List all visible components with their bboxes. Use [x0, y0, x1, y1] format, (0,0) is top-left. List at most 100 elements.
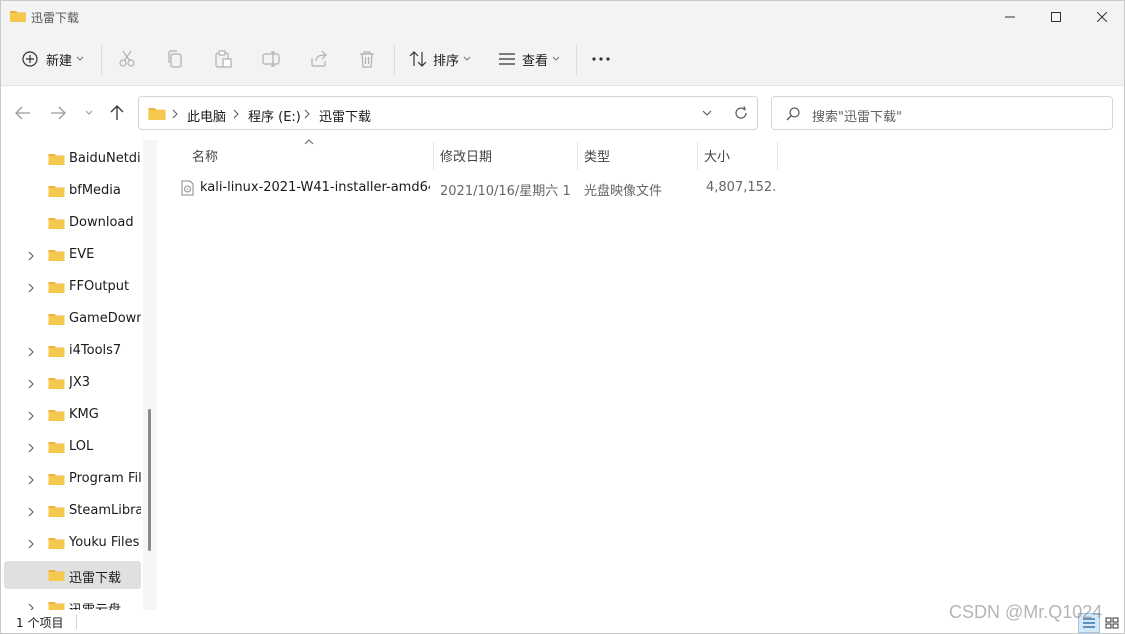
forward-button[interactable]: [46, 101, 70, 125]
folder-icon: [48, 312, 65, 330]
share-icon: [311, 50, 327, 67]
address-bar[interactable]: 此电脑 程序 (E:) 迅雷下载: [138, 96, 758, 130]
copy-button[interactable]: [166, 47, 184, 71]
maximize-button[interactable]: [1033, 1, 1079, 33]
search-input[interactable]: 搜索"迅雷下载": [771, 96, 1113, 130]
chevron-down-icon[interactable]: [702, 110, 712, 117]
sidebar-item[interactable]: JX3: [4, 369, 141, 397]
sidebar-item[interactable]: SteamLibrary: [4, 497, 141, 525]
sidebar-item-label: FFOutput: [69, 279, 130, 294]
breadcrumb-this-pc[interactable]: 此电脑: [187, 106, 226, 125]
sidebar-item[interactable]: Youku Files: [4, 529, 141, 557]
folder-icon: [48, 376, 65, 394]
cut-button[interactable]: [118, 47, 136, 71]
share-button[interactable]: [310, 47, 328, 71]
chevron-right-icon[interactable]: [28, 442, 34, 457]
clipboard-icon: [215, 50, 232, 68]
toolbar-separator: [101, 45, 102, 75]
file-name: kali-linux-2021-W41-installer-amd64.i...: [200, 180, 430, 195]
large-icons-view-button[interactable]: [1101, 613, 1123, 633]
sidebar-item[interactable]: 迅雷下载: [4, 561, 141, 589]
search-icon: [786, 107, 800, 121]
chevron-right-icon[interactable]: [28, 282, 34, 297]
column-header-date[interactable]: 修改日期: [440, 146, 492, 170]
sidebar-item[interactable]: EVE: [4, 241, 141, 269]
sidebar-item-label: BaiduNetdis: [69, 151, 141, 166]
column-divider[interactable]: [697, 142, 698, 170]
sidebar-item[interactable]: FFOutput: [4, 273, 141, 301]
chevron-right-icon[interactable]: [28, 474, 34, 489]
sort-icon: [409, 51, 427, 67]
refresh-icon[interactable]: [734, 106, 748, 120]
large-icons-view-icon: [1105, 617, 1119, 629]
chevron-right-icon[interactable]: [28, 538, 34, 553]
folder-icon: [48, 184, 65, 202]
breadcrumb-current-folder[interactable]: 迅雷下载: [319, 106, 371, 125]
delete-button[interactable]: [358, 47, 376, 71]
chevron-right-icon[interactable]: [28, 506, 34, 521]
navigation-scrollbar-thumb[interactable]: [148, 409, 151, 551]
breadcrumb-drive[interactable]: 程序 (E:): [248, 106, 301, 125]
trash-icon: [360, 51, 374, 68]
column-divider[interactable]: [577, 142, 578, 170]
command-bar: 新建 排序 查看: [1, 33, 1124, 86]
recent-locations-button[interactable]: [77, 101, 101, 125]
chevron-right-icon: [172, 109, 178, 119]
sidebar-item[interactable]: bfMedia: [4, 177, 141, 205]
more-options-button[interactable]: [591, 47, 611, 71]
column-header-name[interactable]: 名称: [192, 146, 218, 170]
chevron-right-icon[interactable]: [28, 378, 34, 393]
file-size: 4,807,152...: [706, 180, 776, 195]
sidebar-item-label: EVE: [69, 247, 95, 262]
folder-icon: [48, 440, 65, 458]
sidebar-item[interactable]: i4Tools7: [4, 337, 141, 365]
maximize-icon: [1051, 12, 1061, 22]
sidebar-item[interactable]: LOL: [4, 433, 141, 461]
close-button[interactable]: [1079, 1, 1125, 33]
sidebar-item[interactable]: Download: [4, 209, 141, 237]
toolbar-separator: [576, 45, 577, 75]
sidebar-item[interactable]: GameDownl: [4, 305, 141, 333]
chevron-down-icon: [463, 56, 471, 61]
folder-icon: [48, 472, 65, 490]
column-divider[interactable]: [433, 142, 434, 170]
sidebar-item-label: LOL: [69, 439, 94, 454]
sidebar-item[interactable]: KMG: [4, 401, 141, 429]
toolbar-separator: [394, 45, 395, 75]
new-button[interactable]: 新建: [22, 47, 84, 71]
view-list-icon: [499, 53, 515, 65]
file-date: 2021/10/16/星期六 1...: [440, 184, 572, 199]
item-count: 1 个项目: [16, 616, 64, 630]
sidebar-item-label: i4Tools7: [69, 343, 122, 358]
new-label: 新建: [46, 53, 73, 69]
chevron-right-icon[interactable]: [28, 602, 34, 610]
column-header-size[interactable]: 大小: [704, 146, 730, 170]
column-divider[interactable]: [777, 142, 778, 170]
paste-button[interactable]: [214, 47, 232, 71]
rename-button[interactable]: [262, 47, 280, 71]
up-button[interactable]: [105, 101, 129, 125]
copy-icon: [168, 50, 182, 68]
minimize-button[interactable]: [987, 1, 1033, 33]
folder-icon: [48, 344, 65, 362]
sort-button[interactable]: 排序: [409, 47, 471, 71]
sidebar-item[interactable]: 迅雷云盘: [4, 593, 141, 610]
chevron-right-icon[interactable]: [28, 250, 34, 265]
sort-label: 排序: [433, 53, 460, 69]
column-header-type[interactable]: 类型: [584, 146, 610, 170]
chevron-right-icon[interactable]: [28, 346, 34, 361]
sidebar-item-label: 迅雷云盘: [69, 599, 141, 610]
window-title: 迅雷下载: [31, 11, 80, 25]
sidebar-item-label: JX3: [69, 375, 91, 390]
folder-icon: [48, 600, 65, 610]
search-placeholder: 搜索"迅雷下载": [812, 110, 902, 125]
folder-icon: [48, 216, 65, 234]
view-button[interactable]: 查看: [498, 47, 560, 71]
sidebar-item-label: SteamLibrary: [69, 503, 141, 518]
sidebar-item-label: bfMedia: [69, 183, 121, 198]
scissors-icon: [119, 50, 135, 67]
back-button[interactable]: [11, 101, 35, 125]
sidebar-item[interactable]: BaiduNetdis: [4, 145, 141, 173]
sidebar-item[interactable]: Program File: [4, 465, 141, 493]
chevron-right-icon[interactable]: [28, 410, 34, 425]
